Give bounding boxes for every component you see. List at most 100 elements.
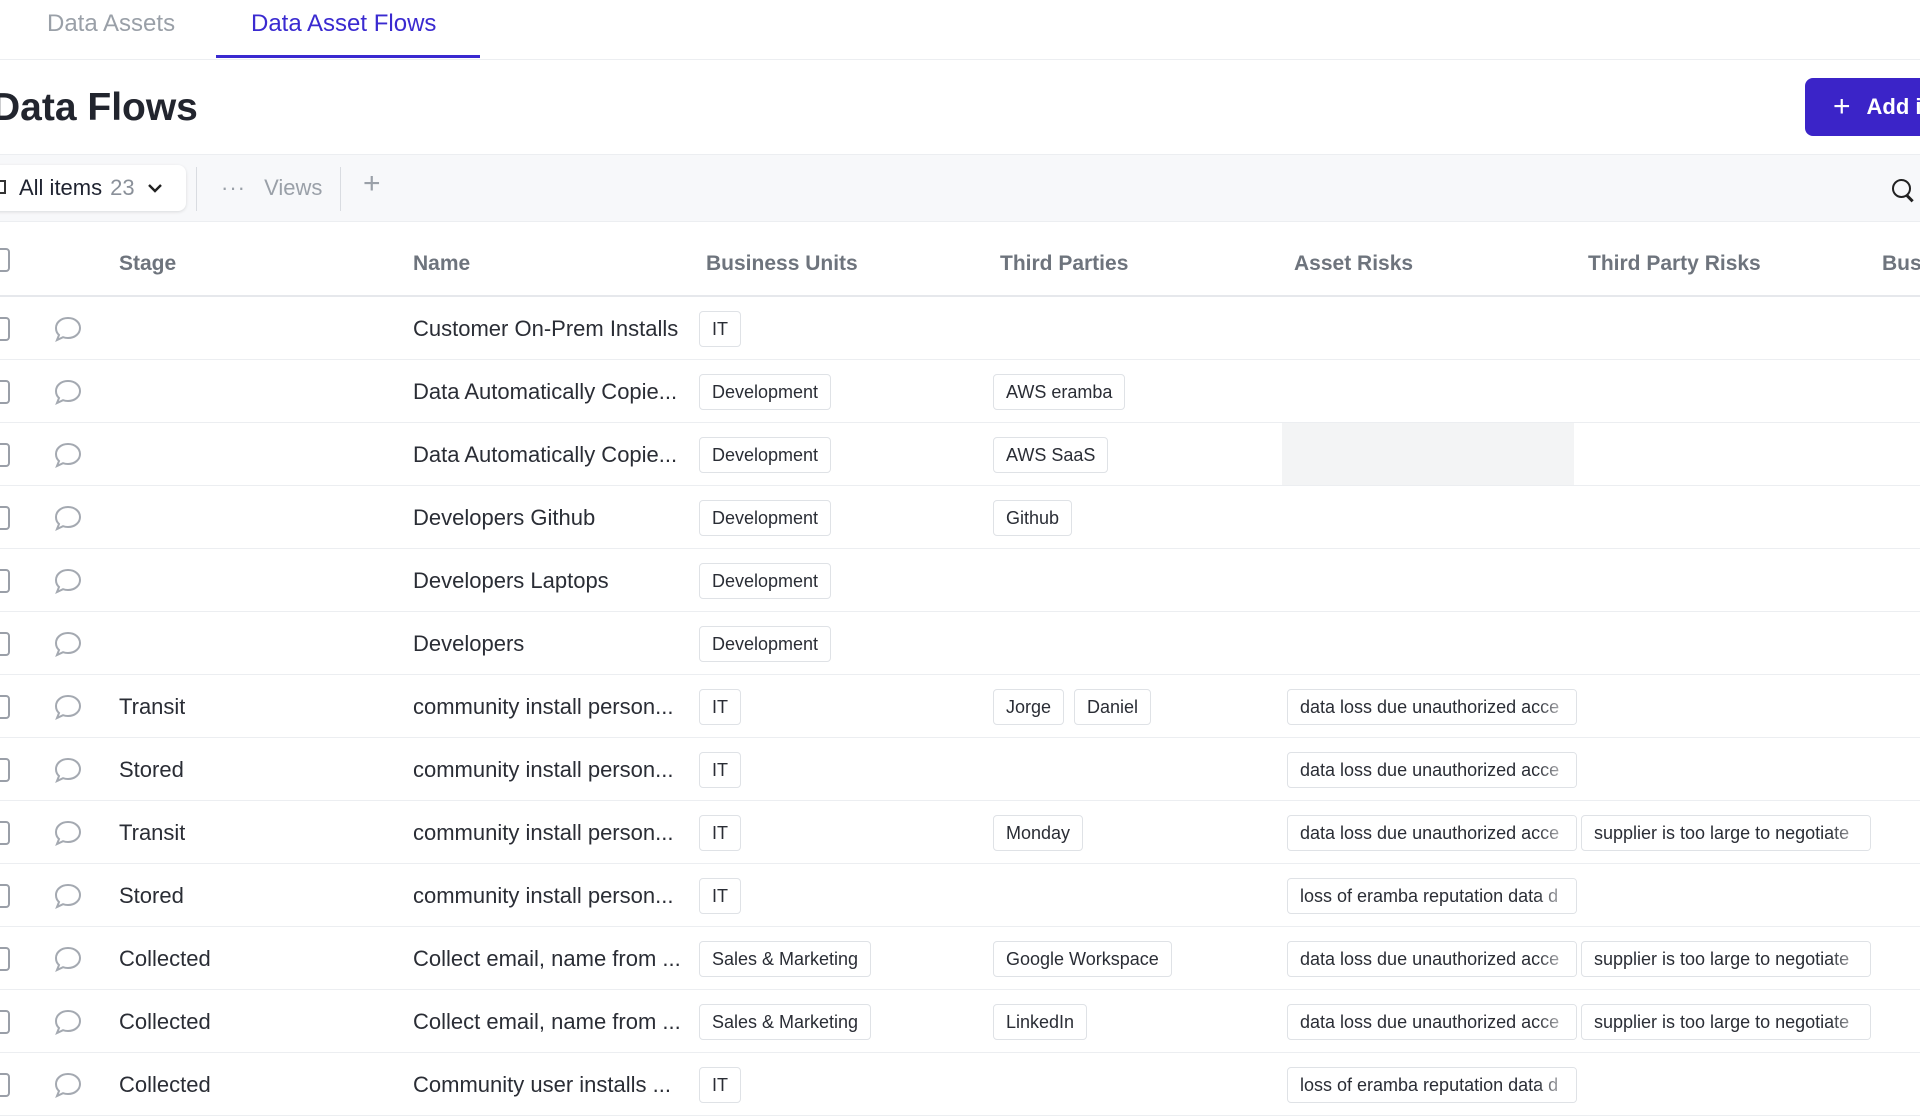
- third-party-risk-tag: supplier is too large to negotiate: [1581, 1004, 1871, 1040]
- table-row[interactable]: Transit community install person... IT Mond…: [0, 801, 1920, 864]
- table-row[interactable]: Developers Github Development Github: [0, 486, 1920, 549]
- third-party-tag: Monday: [993, 815, 1084, 851]
- table-row[interactable]: Collected Collect email, name from ... Sal…: [0, 990, 1920, 1053]
- add-item-label: Add i: [1866, 94, 1920, 119]
- column-header-business-units[interactable]: Business Units: [706, 252, 858, 276]
- table-row[interactable]: Stored community install person... IT data …: [0, 738, 1920, 801]
- row-checkbox[interactable]: [0, 884, 10, 908]
- table-row[interactable]: Customer On-Prem Installs IT: [0, 297, 1920, 360]
- name-cell[interactable]: community install person...: [413, 883, 683, 909]
- comment-icon[interactable]: [54, 631, 82, 657]
- business-unit-tag: IT: [699, 878, 741, 914]
- comment-icon[interactable]: [54, 379, 82, 405]
- business-unit-tag: Development: [699, 563, 832, 599]
- row-checkbox[interactable]: [0, 758, 10, 782]
- comment-icon[interactable]: [54, 694, 82, 720]
- table-row[interactable]: Developers Development: [0, 612, 1920, 675]
- column-header-asset-risks[interactable]: Asset Risks: [1294, 252, 1413, 276]
- table-header: Stage Name Business Units Third Parties …: [0, 222, 1920, 297]
- third-party-tag: Github: [993, 500, 1073, 536]
- name-cell[interactable]: Developers: [413, 631, 683, 657]
- search-icon[interactable]: [1892, 179, 1911, 198]
- row-checkbox[interactable]: [0, 569, 10, 593]
- tab-data-assets[interactable]: Data Assets: [47, 10, 175, 38]
- name-cell[interactable]: Data Automatically Copie...: [413, 442, 683, 468]
- table-row[interactable]: Data Automatically Copie... Development AW…: [0, 360, 1920, 423]
- asset-risk-tag: data loss due unauthorized acce: [1287, 752, 1577, 788]
- stage-cell: Stored: [119, 883, 184, 908]
- business-unit-tag: IT: [699, 689, 741, 725]
- row-checkbox[interactable]: [0, 317, 10, 341]
- table-row[interactable]: Stored community install person... IT loss …: [0, 864, 1920, 927]
- column-header-name[interactable]: Name: [413, 252, 470, 276]
- page-title: Data Flows: [0, 86, 198, 129]
- third-party-tag: AWS SaaS: [993, 437, 1109, 473]
- business-unit-tag: Sales & Marketing: [699, 941, 872, 977]
- comment-icon[interactable]: [54, 568, 82, 594]
- asset-risk-tag: data loss due unauthorized acce: [1287, 941, 1577, 977]
- row-checkbox[interactable]: [0, 443, 10, 467]
- column-header-business[interactable]: Bus: [1882, 252, 1920, 276]
- column-header-third-party-risks[interactable]: Third Party Risks: [1588, 252, 1761, 276]
- name-cell[interactable]: community install person...: [413, 820, 683, 846]
- row-checkbox[interactable]: [0, 695, 10, 719]
- active-tab-indicator: [216, 55, 480, 58]
- business-unit-tag: Development: [699, 437, 832, 473]
- row-checkbox[interactable]: [0, 632, 10, 656]
- business-unit-tag: IT: [699, 752, 741, 788]
- third-party-tag: Google Workspace: [993, 941, 1172, 977]
- asset-risk-tag: data loss due unauthorized acce: [1287, 1004, 1577, 1040]
- business-unit-tag: Development: [699, 500, 832, 536]
- comment-icon[interactable]: [54, 316, 82, 342]
- row-checkbox[interactable]: [0, 947, 10, 971]
- comment-icon[interactable]: [54, 1009, 82, 1035]
- stage-cell: Collected: [119, 1009, 211, 1034]
- name-cell[interactable]: Developers Laptops: [413, 568, 683, 594]
- view-toolbar: All items 23 ··· Views +: [0, 154, 1920, 222]
- comment-icon[interactable]: [54, 442, 82, 468]
- name-cell[interactable]: community install person...: [413, 757, 683, 783]
- all-items-view-selector[interactable]: All items 23: [0, 165, 186, 211]
- add-view-icon[interactable]: +: [363, 169, 381, 199]
- table-row[interactable]: Developers Laptops Development: [0, 549, 1920, 612]
- views-label: Views: [264, 175, 323, 200]
- comment-icon[interactable]: [54, 757, 82, 783]
- select-all-checkbox[interactable]: [0, 248, 10, 272]
- name-cell[interactable]: Community user installs ...: [413, 1072, 683, 1098]
- tab-bar: Data Assets Data Asset Flows: [0, 0, 1920, 60]
- table-row[interactable]: Data Automatically Copie... Development AW…: [0, 423, 1920, 486]
- name-cell[interactable]: Collect email, name from ...: [413, 946, 683, 972]
- table-row[interactable]: Collected Collect email, name from ... Sal…: [0, 927, 1920, 990]
- comment-icon[interactable]: [54, 883, 82, 909]
- asset-risk-tag: data loss due unauthorized acce: [1287, 815, 1577, 851]
- table-row[interactable]: Transit community install person... IT Jorg…: [0, 675, 1920, 738]
- stage-cell: Collected: [119, 946, 211, 971]
- tab-data-asset-flows[interactable]: Data Asset Flows: [251, 10, 436, 38]
- add-item-button[interactable]: + Add i: [1805, 78, 1920, 136]
- business-unit-tag: Development: [699, 374, 832, 410]
- row-checkbox[interactable]: [0, 380, 10, 404]
- column-header-stage[interactable]: Stage: [119, 252, 176, 276]
- column-header-third-parties[interactable]: Third Parties: [1000, 252, 1128, 276]
- stage-cell: Stored: [119, 757, 184, 782]
- asset-risk-tag: loss of eramba reputation data d: [1287, 1067, 1577, 1103]
- table-row[interactable]: Collected Community user installs ... IT lo…: [0, 1053, 1920, 1116]
- third-party-tag: Jorge: [993, 689, 1065, 725]
- name-cell[interactable]: Data Automatically Copie...: [413, 379, 683, 405]
- third-party-tag: Daniel: [1074, 689, 1152, 725]
- plus-icon: +: [1833, 90, 1851, 123]
- name-cell[interactable]: Developers Github: [413, 505, 683, 531]
- row-checkbox[interactable]: [0, 1010, 10, 1034]
- comment-icon[interactable]: [54, 946, 82, 972]
- row-checkbox[interactable]: [0, 506, 10, 530]
- asset-risk-tag: data loss due unauthorized acce: [1287, 689, 1577, 725]
- comment-icon[interactable]: [54, 820, 82, 846]
- name-cell[interactable]: Customer On-Prem Installs: [413, 316, 683, 342]
- comment-icon[interactable]: [54, 1072, 82, 1098]
- comment-icon[interactable]: [54, 505, 82, 531]
- views-menu[interactable]: ··· Views: [221, 175, 322, 201]
- name-cell[interactable]: community install person...: [413, 694, 683, 720]
- name-cell[interactable]: Collect email, name from ...: [413, 1009, 683, 1035]
- row-checkbox[interactable]: [0, 821, 10, 845]
- row-checkbox[interactable]: [0, 1073, 10, 1097]
